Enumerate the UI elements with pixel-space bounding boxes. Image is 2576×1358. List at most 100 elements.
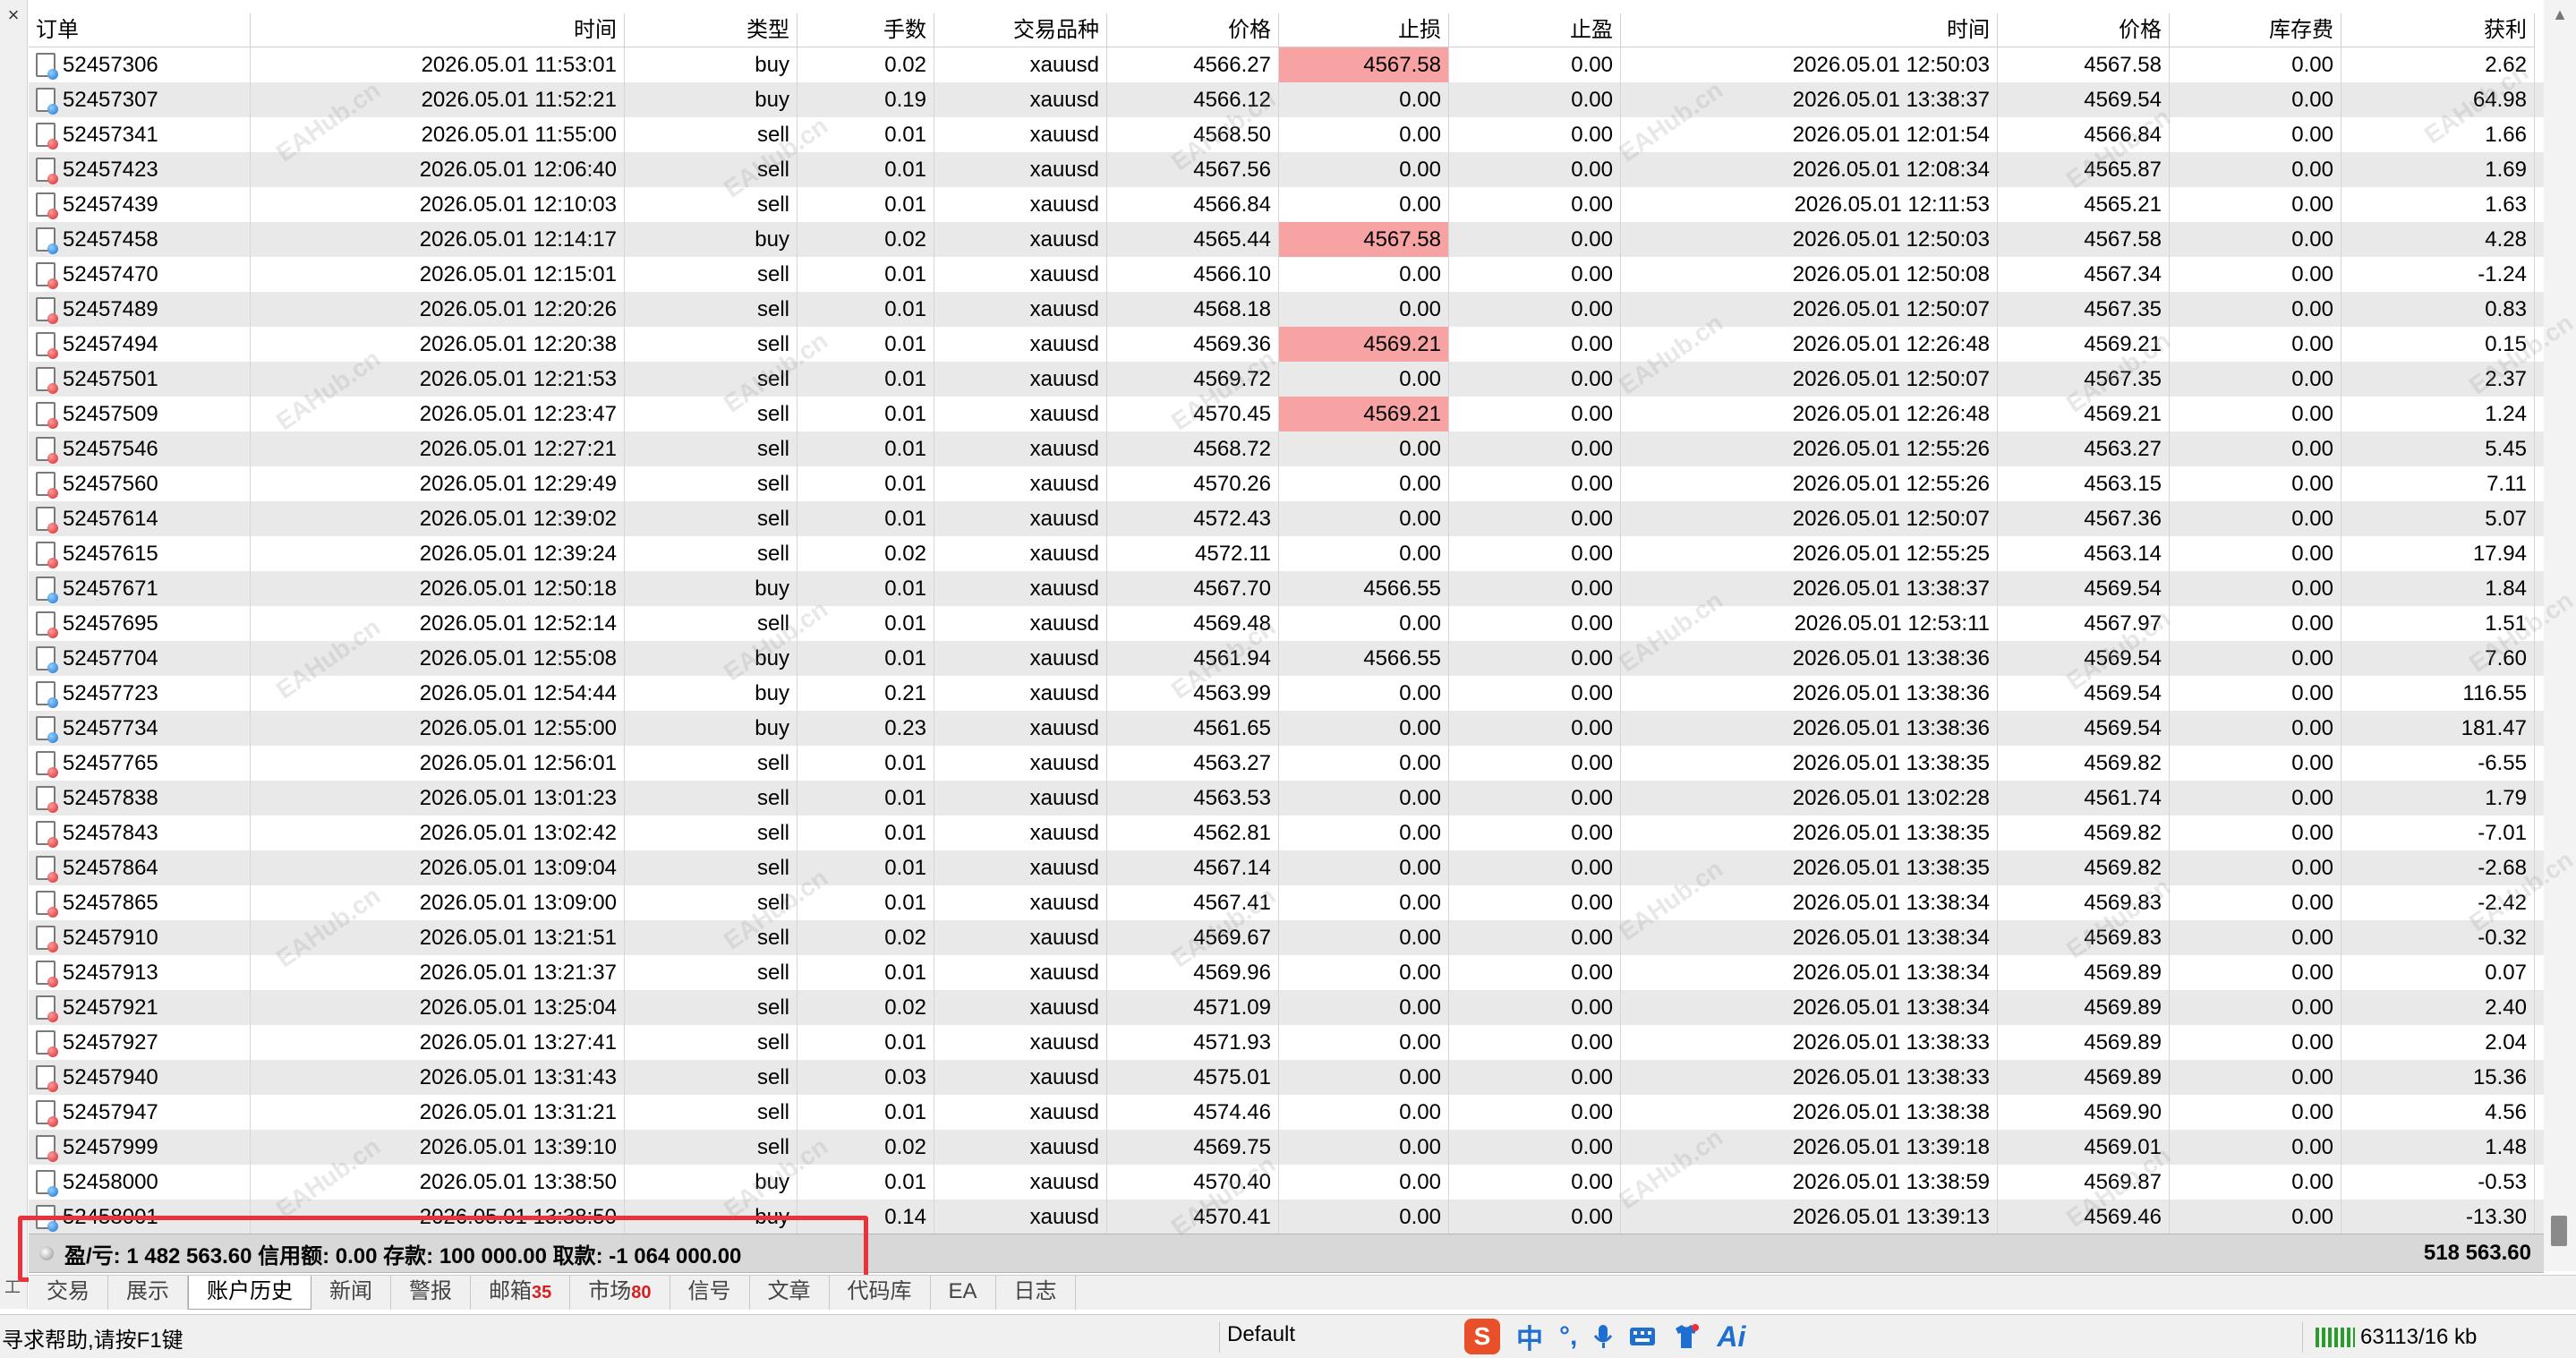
tab-0[interactable]: 交易 (29, 1276, 108, 1310)
scroll-up-icon[interactable]: ▲ (2544, 2, 2576, 27)
order-cell: 52457560 (29, 466, 251, 501)
tab-4[interactable]: 警报 (391, 1276, 471, 1310)
tab-10[interactable]: EA (931, 1276, 996, 1310)
table-row[interactable]: 52457546 2026.05.01 12:27:21 sell 0.01 xauus… (29, 431, 2544, 466)
col-header-open-price[interactable]: 价格 (1107, 13, 1279, 47)
profit-cell: 0.15 (2341, 327, 2535, 362)
close-icon[interactable]: × (4, 5, 23, 25)
table-row[interactable]: 52457940 2026.05.01 13:31:43 sell 0.03 xauus… (29, 1060, 2544, 1095)
profit-cell: 4.56 (2341, 1095, 2535, 1130)
sogou-logo-icon[interactable]: S (1464, 1319, 1500, 1354)
col-header-open-time[interactable]: 时间 (251, 13, 625, 47)
col-header-close-price[interactable]: 价格 (1998, 13, 2170, 47)
table-row[interactable]: 52457947 2026.05.01 13:31:21 sell 0.01 xauus… (29, 1095, 2544, 1130)
tab-2[interactable]: 账户历史 (188, 1276, 311, 1310)
open-time-cell: 2026.05.01 12:39:24 (251, 536, 625, 571)
table-row[interactable]: 52457341 2026.05.01 11:55:00 sell 0.01 xauus… (29, 117, 2544, 152)
table-row[interactable]: 52457865 2026.05.01 13:09:00 sell 0.01 xauus… (29, 885, 2544, 920)
table-row[interactable]: 52457470 2026.05.01 12:15:01 sell 0.01 xauus… (29, 257, 2544, 292)
col-header-type[interactable]: 类型 (625, 13, 798, 47)
swap-cell: 0.00 (2170, 257, 2341, 292)
col-header-symbol[interactable]: 交易品种 (934, 13, 1107, 47)
table-row[interactable]: 52457864 2026.05.01 13:09:04 sell 0.01 xauus… (29, 850, 2544, 885)
vertical-scrollbar[interactable]: ▲ (2544, 0, 2576, 1271)
tab-7[interactable]: 信号 (670, 1276, 750, 1310)
tab-1[interactable]: 展示 (108, 1276, 188, 1310)
symbol-cell: xauusd (934, 885, 1107, 920)
order-ticket-icon (36, 507, 58, 534)
order-cell: 52457458 (29, 222, 251, 257)
type-cell: buy (625, 222, 798, 257)
table-row[interactable]: 52457999 2026.05.01 13:39:10 sell 0.02 xauus… (29, 1130, 2544, 1165)
table-row[interactable]: 52457927 2026.05.01 13:27:41 sell 0.01 xauus… (29, 1025, 2544, 1060)
table-row[interactable]: 52457501 2026.05.01 12:21:53 sell 0.01 xauus… (29, 362, 2544, 397)
tab-6[interactable]: 市场80 (570, 1276, 670, 1310)
table-row[interactable]: 52457614 2026.05.01 12:39:02 sell 0.01 xauus… (29, 501, 2544, 536)
keyboard-icon[interactable] (1629, 1325, 1656, 1348)
table-row[interactable]: 52457695 2026.05.01 12:52:14 sell 0.01 xauus… (29, 606, 2544, 641)
lots-cell: 0.01 (798, 431, 934, 466)
scroll-thumb[interactable] (2551, 1216, 2567, 1246)
col-header-close-time[interactable]: 时间 (1621, 13, 1998, 47)
lots-cell: 0.02 (798, 47, 934, 82)
table-row[interactable]: 52457838 2026.05.01 13:01:23 sell 0.01 xauus… (29, 781, 2544, 816)
order-number: 52457489 (63, 297, 158, 321)
table-row[interactable]: 52457439 2026.05.01 12:10:03 sell 0.01 xauus… (29, 187, 2544, 222)
profit-cell: 64.98 (2341, 82, 2535, 117)
profit-cell: -0.53 (2341, 1165, 2535, 1200)
lots-cell: 0.23 (798, 711, 934, 746)
table-row[interactable]: 52457723 2026.05.01 12:54:44 buy 0.21 xauusd… (29, 676, 2544, 711)
table-row[interactable]: 52457615 2026.05.01 12:39:24 sell 0.02 xauus… (29, 536, 2544, 571)
table-row[interactable]: 52457921 2026.05.01 13:25:04 sell 0.02 xauus… (29, 990, 2544, 1025)
tab-5[interactable]: 邮箱35 (471, 1276, 571, 1310)
table-row[interactable]: 52457843 2026.05.01 13:02:42 sell 0.01 xauus… (29, 816, 2544, 850)
col-header-order[interactable]: 订单 (29, 13, 251, 47)
table-row[interactable]: 52458000 2026.05.01 13:38:50 buy 0.01 xauusd… (29, 1165, 2544, 1200)
table-row[interactable]: 52457704 2026.05.01 12:55:08 buy 0.01 xauusd… (29, 641, 2544, 676)
table-row[interactable]: 52457423 2026.05.01 12:06:40 sell 0.01 xauus… (29, 152, 2544, 187)
ime-lang-toggle[interactable]: 中 (1516, 1317, 1543, 1356)
type-cell: sell (625, 362, 798, 397)
col-header-sl[interactable]: 止损 (1279, 13, 1449, 47)
table-row[interactable]: 52457494 2026.05.01 12:20:38 sell 0.01 xauus… (29, 327, 2544, 362)
open-time-cell: 2026.05.01 12:55:00 (251, 711, 625, 746)
table-row[interactable]: 52457671 2026.05.01 12:50:18 buy 0.01 xauusd… (29, 571, 2544, 606)
col-header-swap[interactable]: 库存费 (2170, 13, 2341, 47)
table-row[interactable]: 52457458 2026.05.01 12:14:17 buy 0.02 xauusd… (29, 222, 2544, 257)
tab-8[interactable]: 文章 (750, 1276, 830, 1310)
table-row[interactable]: 52457910 2026.05.01 13:21:51 sell 0.02 xauus… (29, 920, 2544, 955)
tp-cell: 0.00 (1449, 47, 1621, 82)
skin-shirt-icon[interactable] (1672, 1323, 1701, 1350)
table-row[interactable]: 52457307 2026.05.01 11:52:21 buy 0.19 xauusd… (29, 82, 2544, 117)
tab-3[interactable]: 新闻 (311, 1276, 391, 1310)
open-price-cell: 4572.43 (1107, 501, 1279, 536)
table-row[interactable]: 52457913 2026.05.01 13:21:37 sell 0.01 xauus… (29, 955, 2544, 990)
col-header-lots[interactable]: 手数 (798, 13, 934, 47)
ime-punct-toggle[interactable]: °, (1559, 1321, 1577, 1352)
symbol-cell: xauusd (934, 781, 1107, 816)
col-header-tp[interactable]: 止盈 (1449, 13, 1621, 47)
ime-ai-button[interactable]: Ai (1717, 1320, 1745, 1354)
microphone-icon[interactable] (1593, 1323, 1613, 1350)
sl-cell: 0.00 (1279, 850, 1449, 885)
table-header: 订单 时间 类型 手数 交易品种 价格 止损 止盈 时间 价格 库存费 获利 (29, 13, 2544, 47)
close-price-cell: 4569.90 (1998, 1095, 2170, 1130)
table-row[interactable]: 52457509 2026.05.01 12:23:47 sell 0.01 xauus… (29, 397, 2544, 431)
table-row[interactable]: 52457734 2026.05.01 12:55:00 buy 0.23 xauusd… (29, 711, 2544, 746)
table-row[interactable]: 52457306 2026.05.01 11:53:01 buy 0.02 xauusd… (29, 47, 2544, 82)
type-cell: sell (625, 606, 798, 641)
table-row[interactable]: 52457765 2026.05.01 12:56:01 sell 0.01 xauus… (29, 746, 2544, 781)
swap-cell: 0.00 (2170, 816, 2341, 850)
table-row[interactable]: 52457560 2026.05.01 12:29:49 sell 0.01 xauus… (29, 466, 2544, 501)
table-row[interactable]: 52457489 2026.05.01 12:20:26 sell 0.01 xauus… (29, 292, 2544, 327)
profit-cell: -1.24 (2341, 257, 2535, 292)
open-price-cell: 4567.56 (1107, 152, 1279, 187)
status-profile[interactable]: Default (1219, 1322, 1295, 1353)
summary-total: 518 563.60 (2423, 1241, 2531, 1265)
lots-cell: 0.01 (798, 327, 934, 362)
tab-11[interactable]: 日志 (996, 1276, 1076, 1310)
tab-9[interactable]: 代码库 (830, 1276, 931, 1310)
profit-cell: 17.94 (2341, 536, 2535, 571)
open-price-cell: 4569.75 (1107, 1130, 1279, 1165)
col-header-profit[interactable]: 获利 (2341, 13, 2535, 47)
